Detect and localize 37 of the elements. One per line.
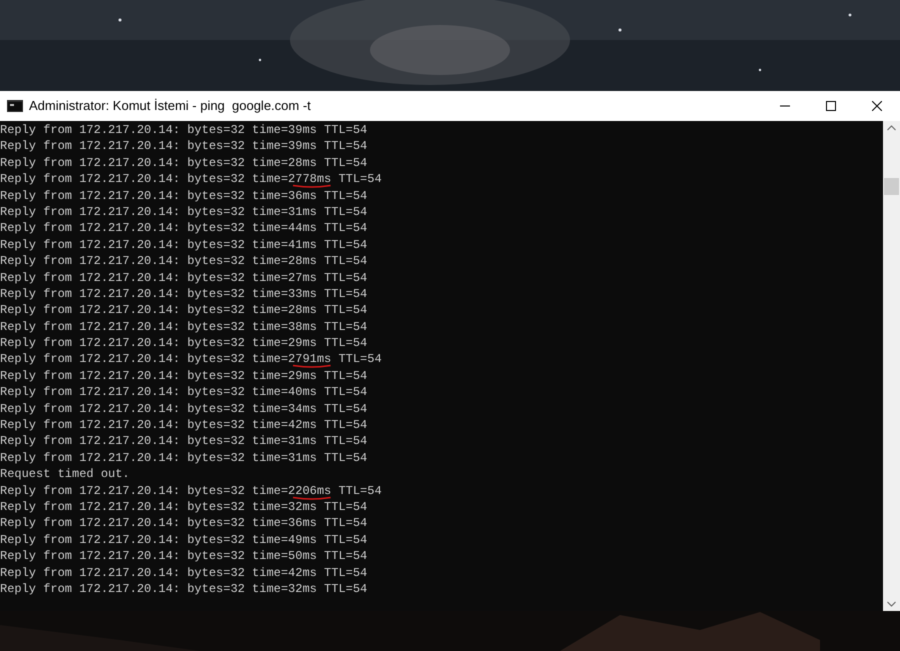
console-line: Reply from 172.217.20.14: bytes=32 time=38ms TTL=54 xyxy=(0,320,368,334)
console-line: Reply from 172.217.20.14: bytes=32 time=29ms TTL=54 xyxy=(0,336,368,350)
console-line: Reply from 172.217.20.14: bytes=32 time=31ms TTL=54 xyxy=(0,434,368,448)
console-line: Reply from 172.217.20.14: bytes=32 time=36ms TTL=54 xyxy=(0,188,368,203)
console-line: Reply from 172.217.20.14: bytes=32 time=2778ms TTL=54 xyxy=(0,172,382,186)
scroll-thumb[interactable] xyxy=(884,178,899,195)
console-line: Reply from 172.217.20.14: bytes=32 time=50ms TTL=54 xyxy=(0,549,368,564)
console-line: Reply from 172.217.20.14: bytes=32 time=31ms TTL=54 xyxy=(0,204,368,219)
console-line: Reply from 172.217.20.14: bytes=32 time=36ms TTL=54 xyxy=(0,516,368,530)
console-line: Reply from 172.217.20.14: bytes=32 time=2206ms TTL=54 xyxy=(0,484,382,498)
console-line: Reply from 172.217.20.14: bytes=32 time=39ms TTL=54 xyxy=(0,139,368,154)
console-line: Reply from 172.217.20.14: bytes=32 time=49ms TTL=54 xyxy=(0,532,368,547)
console-line: Reply from 172.217.20.14: bytes=32 time=42ms TTL=54 xyxy=(0,418,368,432)
scrollbar[interactable] xyxy=(883,121,900,611)
console-line: Request timed out. xyxy=(0,467,130,482)
console-line: Reply from 172.217.20.14: bytes=32 time=28ms TTL=54 xyxy=(0,254,368,268)
console-line: Reply from 172.217.20.14: bytes=32 time=29ms TTL=54 xyxy=(0,368,368,383)
maximize-icon xyxy=(826,101,836,111)
console-line: Reply from 172.217.20.14: bytes=32 time=40ms TTL=54 xyxy=(0,385,368,400)
console-line: Reply from 172.217.20.14: bytes=32 time=27ms TTL=54 xyxy=(0,270,368,285)
console-line: Reply from 172.217.20.14: bytes=32 time=39ms TTL=54 xyxy=(0,123,368,137)
console-line: Reply from 172.217.20.14: bytes=32 time=41ms TTL=54 xyxy=(0,238,368,252)
console-line: Reply from 172.217.20.14: bytes=32 time=28ms TTL=54 xyxy=(0,303,368,318)
close-icon xyxy=(872,101,882,111)
console-line: Reply from 172.217.20.14: bytes=32 time=42ms TTL=54 xyxy=(0,566,368,580)
scroll-down-icon[interactable] xyxy=(887,601,896,607)
console-line: Reply from 172.217.20.14: bytes=32 time=2791ms TTL=54 xyxy=(0,352,382,366)
console-line: Reply from 172.217.20.14: bytes=32 time=34ms TTL=54 xyxy=(0,402,368,416)
window-title: Administrator: Komut İstemi - ping google.com -t xyxy=(29,97,311,116)
console-line: Reply from 172.217.20.14: bytes=32 time=31ms TTL=54 xyxy=(0,450,368,465)
console-icon xyxy=(7,100,23,112)
console-line: Reply from 172.217.20.14: bytes=32 time=32ms TTL=54 xyxy=(0,500,368,514)
console-line: Reply from 172.217.20.14: bytes=32 time=32ms TTL=54 xyxy=(0,582,368,596)
console-line: Reply from 172.217.20.14: bytes=32 time=33ms TTL=54 xyxy=(0,286,368,301)
console-line: Reply from 172.217.20.14: bytes=32 time=44ms TTL=54 xyxy=(0,221,368,236)
console-line: Reply from 172.217.20.14: bytes=32 time=28ms TTL=54 xyxy=(0,156,368,170)
scroll-up-icon[interactable] xyxy=(887,125,896,131)
